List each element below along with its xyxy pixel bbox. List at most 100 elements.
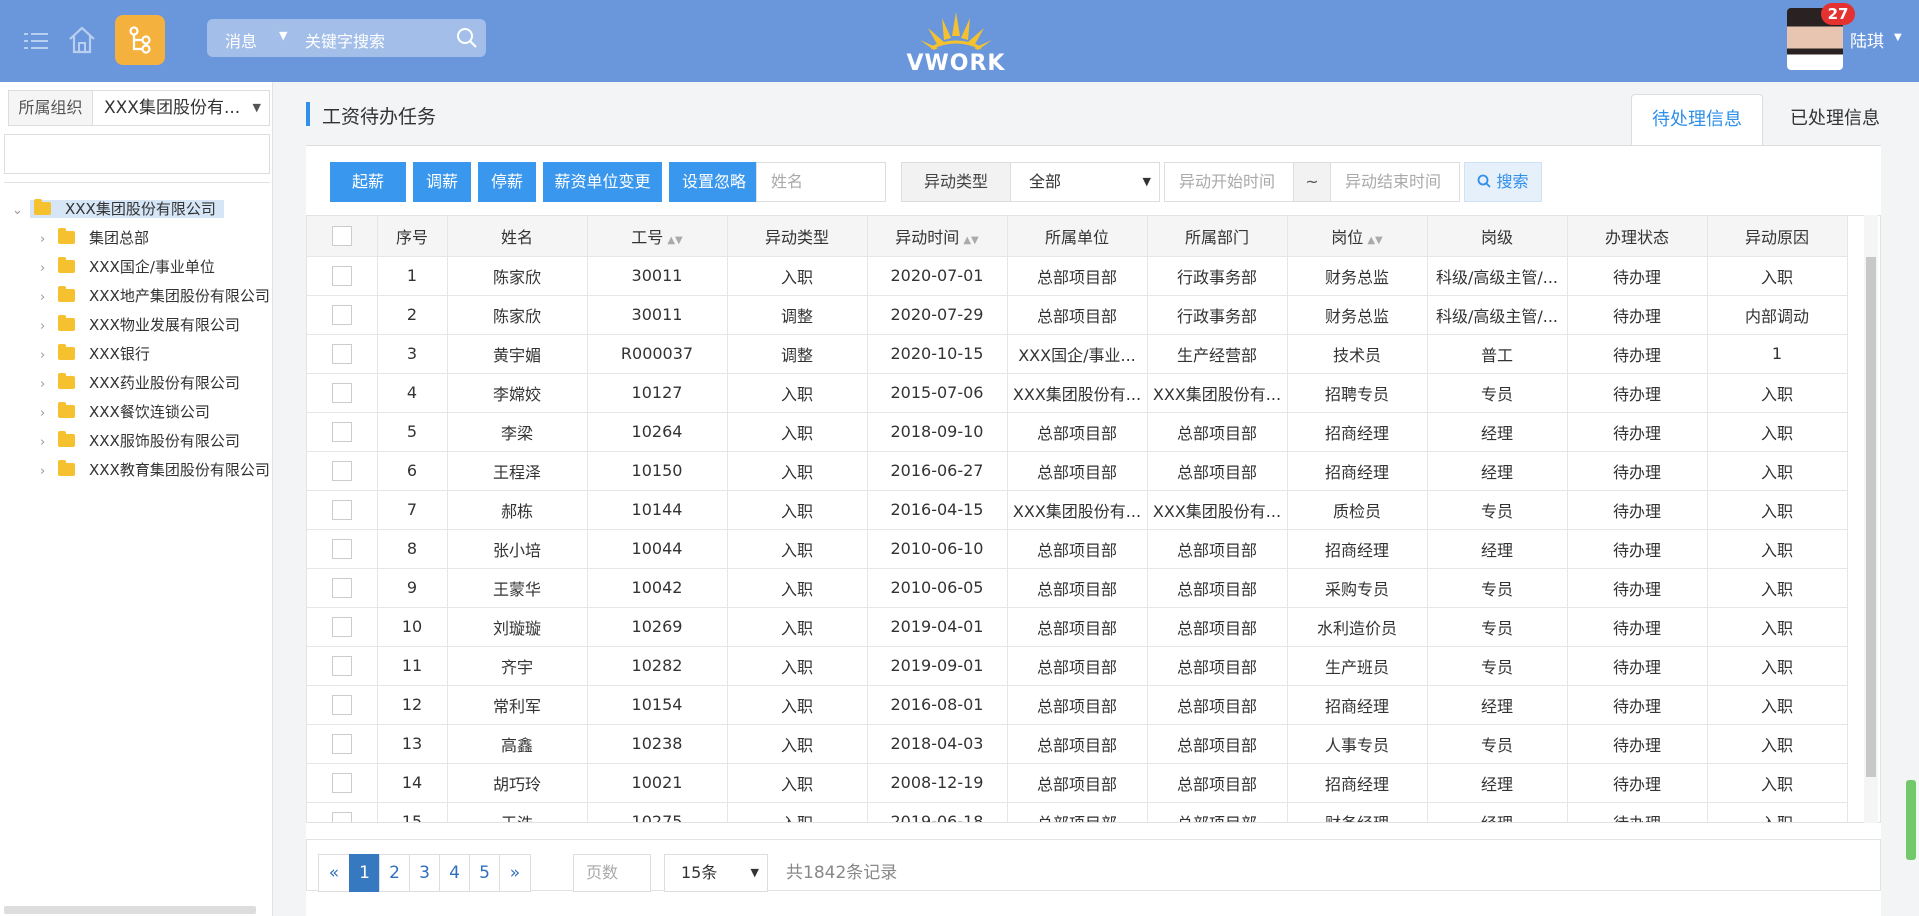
page-5-button[interactable]: 5 [469, 854, 500, 892]
col-position[interactable]: 岗位 ▲▼ [1287, 216, 1428, 257]
name-input[interactable]: 姓名 [756, 162, 886, 202]
tree-node[interactable]: › XXX服饰股份有限公司 [40, 427, 240, 455]
tree-node[interactable]: › XXX国企/事业单位 [40, 253, 215, 281]
row-checkbox[interactable] [331, 382, 352, 403]
org-select[interactable]: XXX集团股份有... ▼ [92, 90, 270, 126]
select-all-checkbox[interactable] [331, 226, 352, 246]
scrollbar-thumb[interactable] [1866, 257, 1876, 777]
username[interactable]: 陆琪 [1850, 27, 1884, 52]
col-employee-id[interactable]: 工号 ▲▼ [587, 216, 728, 257]
row-select-cell[interactable] [307, 373, 378, 413]
row-checkbox[interactable] [331, 421, 352, 442]
sort-icon[interactable]: ▲▼ [667, 235, 682, 246]
table-row[interactable]: 5 李梁 10264 入职 2018-09-10 总部项目部 总部项目部 招商经理 经理 待办理入… [307, 412, 1848, 452]
row-checkbox[interactable] [331, 694, 352, 715]
chevron-right-icon[interactable]: › [40, 429, 58, 457]
row-checkbox[interactable] [331, 655, 352, 676]
tree-node[interactable]: › 集团总部 [40, 224, 149, 252]
tab-pending[interactable]: 待处理信息 [1631, 94, 1763, 146]
stop-salary-button[interactable]: 停薪 [478, 162, 536, 202]
start-salary-button[interactable]: 起薪 [330, 162, 406, 202]
adjust-salary-button[interactable]: 调薪 [413, 162, 471, 202]
row-checkbox[interactable] [331, 304, 352, 325]
chevron-right-icon[interactable]: › [40, 400, 58, 428]
search-button[interactable]: 搜索 [1464, 162, 1542, 202]
horizontal-scrollbar[interactable] [4, 906, 256, 914]
table-row[interactable]: 6 王程泽 10150 入职 2016-06-27 总部项目部 总部项目部 招商经理 经理 待办理… [307, 451, 1848, 491]
home-icon[interactable] [66, 24, 98, 56]
chevron-right-icon[interactable]: › [40, 313, 58, 341]
row-checkbox[interactable] [331, 811, 352, 822]
chevron-right-icon[interactable]: › [40, 371, 58, 399]
chevron-right-icon[interactable]: › [40, 226, 58, 254]
row-select-cell[interactable] [307, 529, 378, 569]
chevron-down-icon[interactable]: ⌄ [12, 197, 30, 225]
row-select-cell[interactable] [307, 490, 378, 530]
table-row[interactable]: 15 王浩 10275 入职 2019-06-18 总部项目部 总部项目部 财务经理 经理 待办理… [307, 802, 1848, 822]
start-date-input[interactable]: 异动开始时间 [1164, 162, 1294, 202]
workflow-app-button[interactable] [115, 15, 165, 65]
table-row[interactable]: 11 齐宇 10282 入职 2019-09-01 总部项目部 总部项目部 生产班员 专员 待办理… [307, 646, 1848, 686]
table-row[interactable]: 2 陈家欣 30011 调整 2020-07-29 总部项目部 行政事务部 财务总监 科级/高级… [307, 295, 1848, 335]
row-checkbox[interactable] [331, 499, 352, 520]
table-vertical-scrollbar[interactable] [1864, 215, 1878, 823]
row-select-cell[interactable] [307, 685, 378, 725]
row-checkbox[interactable] [331, 577, 352, 598]
row-checkbox[interactable] [331, 733, 352, 754]
tree-node[interactable]: › XXX地产集团股份有限公司 [40, 282, 270, 310]
notification-badge[interactable]: 27 [1821, 3, 1855, 25]
row-select-cell[interactable] [307, 763, 378, 803]
end-date-input[interactable]: 异动结束时间 [1330, 162, 1460, 202]
row-checkbox[interactable] [331, 616, 352, 637]
sort-icon[interactable]: ▲▼ [963, 235, 978, 246]
tree-node[interactable]: › XXX银行 [40, 340, 150, 368]
page-3-button[interactable]: 3 [409, 854, 440, 892]
row-checkbox[interactable] [331, 460, 352, 481]
search-input[interactable]: 关键字搜索 [305, 28, 385, 52]
next-page-button[interactable]: » [499, 854, 531, 892]
page-4-button[interactable]: 4 [439, 854, 470, 892]
search-category-select[interactable]: 消息 [225, 28, 257, 52]
table-row[interactable]: 7 郝栋 10144 入职 2016-04-15 XXX集团股份有... XXX集团股份有.… [307, 490, 1848, 530]
select-all-cell[interactable] [307, 216, 378, 257]
change-type-select[interactable]: 全部 ▼ [1010, 162, 1160, 202]
table-row[interactable]: 9 王蒙华 10042 入职 2010-06-05 总部项目部 总部项目部 采购专员 专员 待办理… [307, 568, 1848, 608]
chevron-right-icon[interactable]: › [40, 458, 58, 484]
row-select-cell[interactable] [307, 256, 378, 296]
page-scrollbar[interactable] [1906, 780, 1916, 860]
sort-icon[interactable]: ▲▼ [1367, 235, 1382, 246]
row-select-cell[interactable] [307, 451, 378, 491]
tree-node[interactable]: › XXX教育集团股份有限公司 [40, 456, 270, 484]
tab-processed[interactable]: 已处理信息 [1775, 94, 1895, 146]
tree-node[interactable]: › XXX物业发展有限公司 [40, 311, 240, 339]
table-row[interactable]: 1 陈家欣 30011 入职 2020-07-01 总部项目部 行政事务部 财务总监 科级/高级… [307, 256, 1848, 296]
global-search[interactable]: 消息 ▼ 关键字搜索 [207, 19, 486, 57]
page-number-input[interactable]: 页数 [573, 854, 651, 892]
row-checkbox[interactable] [331, 538, 352, 559]
chevron-right-icon[interactable]: › [40, 255, 58, 283]
tree-node[interactable]: › XXX药业股份有限公司 [40, 369, 240, 397]
user-menu-caret-icon[interactable]: ▼ [1894, 32, 1902, 43]
col-change-time[interactable]: 异动时间 ▲▼ [867, 216, 1008, 257]
page-2-button[interactable]: 2 [379, 854, 410, 892]
page-size-select[interactable]: 15条 ▼ [664, 854, 768, 892]
tree-root[interactable]: ⌄ XXX集团股份有限公司 [12, 195, 224, 223]
table-row[interactable]: 10 刘璇璇 10269 入职 2019-04-01 总部项目部 总部项目部 水利造价员 专员待… [307, 607, 1848, 647]
row-checkbox[interactable] [331, 343, 352, 364]
row-select-cell[interactable] [307, 646, 378, 686]
row-checkbox[interactable] [331, 772, 352, 793]
row-select-cell[interactable] [307, 802, 378, 822]
chevron-right-icon[interactable]: › [40, 284, 58, 312]
table-row[interactable]: 4 李嫦姣 10127 入职 2015-07-06 XXX集团股份有... XXX集团股份有… [307, 373, 1848, 413]
row-checkbox[interactable] [331, 265, 352, 286]
change-unit-button[interactable]: 薪资单位变更 [543, 162, 662, 202]
row-select-cell[interactable] [307, 295, 378, 335]
chevron-right-icon[interactable]: › [40, 342, 58, 370]
tree-node[interactable]: › XXX餐饮连锁公司 [40, 398, 210, 426]
tree-search-input[interactable] [4, 134, 270, 174]
row-select-cell[interactable] [307, 724, 378, 764]
page-1-button[interactable]: 1 [349, 854, 380, 892]
row-select-cell[interactable] [307, 334, 378, 374]
table-row[interactable]: 14 胡巧玲 10021 入职 2008-12-19 总部项目部 总部项目部 招商经理 经理 待办… [307, 763, 1848, 803]
table-row[interactable]: 12 常利军 10154 入职 2016-08-01 总部项目部 总部项目部 招商经理 经理 待办… [307, 685, 1848, 725]
